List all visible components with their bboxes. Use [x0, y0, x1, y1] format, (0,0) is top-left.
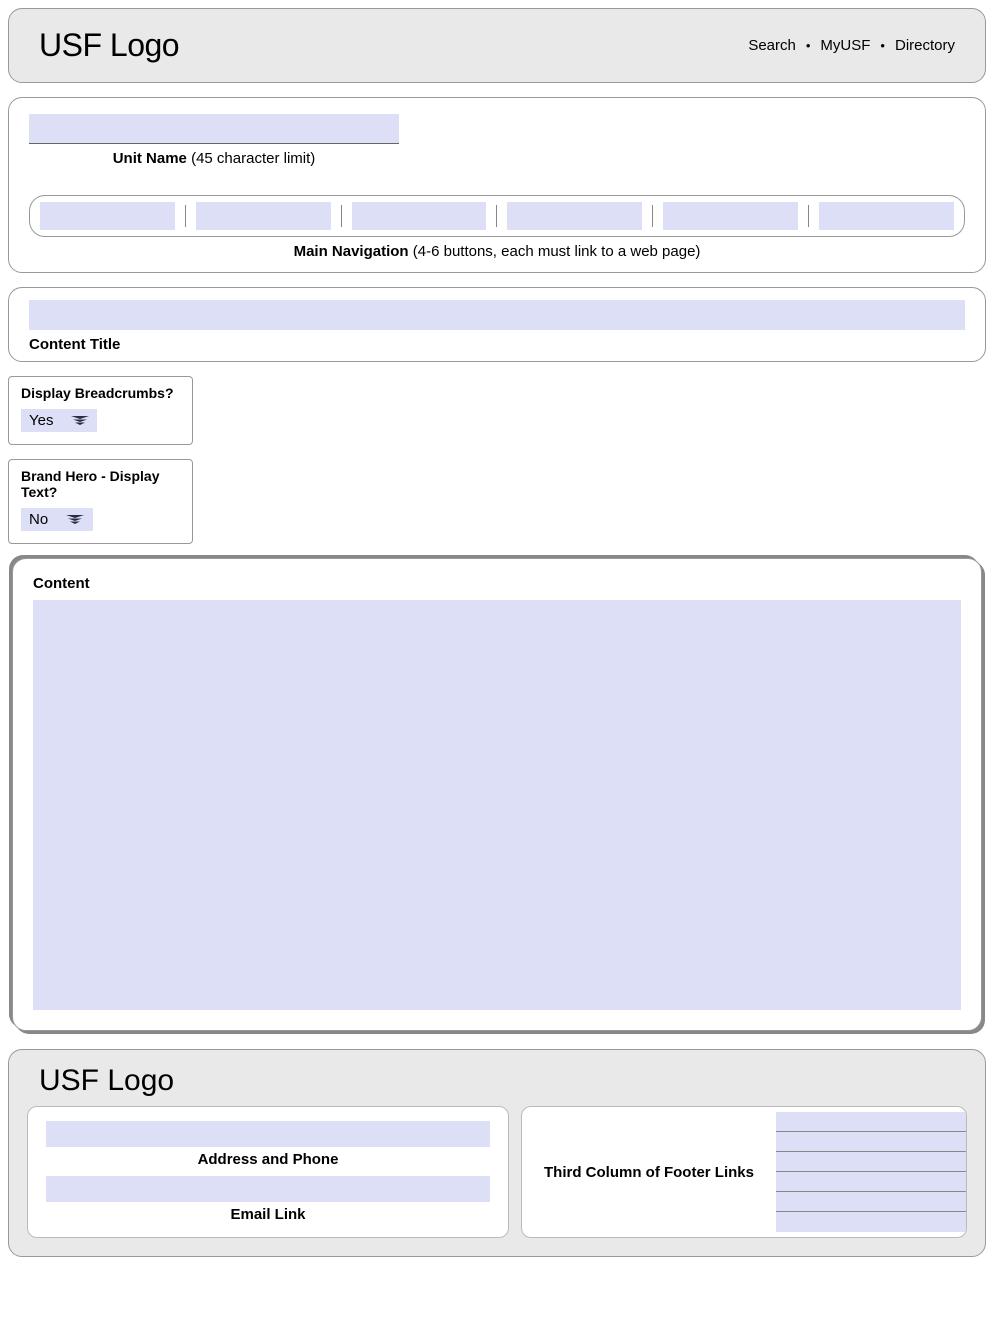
chevron-down-icon: [71, 416, 89, 426]
brand-hero-panel: Brand Hero - Display Text? No: [8, 459, 193, 544]
nav-button-4[interactable]: [507, 202, 642, 230]
separator-dot: •: [880, 38, 885, 53]
footer-link-input[interactable]: [776, 1132, 966, 1152]
top-link-directory[interactable]: Directory: [895, 37, 955, 54]
nav-separator: [808, 205, 809, 227]
top-link-myusf[interactable]: MyUSF: [820, 37, 870, 54]
breadcrumbs-label: Display Breadcrumbs?: [21, 385, 180, 401]
footer-link-input[interactable]: [776, 1112, 966, 1132]
main-nav-label-rest: (4-6 buttons, each must link to a web pa…: [409, 243, 701, 260]
separator-dot: •: [806, 38, 811, 53]
email-link-label: Email Link: [230, 1206, 305, 1223]
address-phone-input[interactable]: [46, 1121, 490, 1147]
nav-button-6[interactable]: [819, 202, 954, 230]
address-phone-label: Address and Phone: [198, 1151, 339, 1168]
content-panel: Content: [12, 558, 982, 1031]
breadcrumbs-panel: Display Breadcrumbs? Yes: [8, 376, 193, 445]
main-nav-label-bold: Main Navigation: [294, 243, 409, 260]
top-links: Search • MyUSF • Directory: [748, 37, 955, 54]
main-nav-container: [29, 195, 965, 237]
unit-nav-panel: Unit Name (45 character limit) Main Navi…: [8, 97, 986, 273]
main-nav-label: Main Navigation (4-6 buttons, each must …: [29, 243, 965, 260]
content-title-panel: Content Title: [8, 287, 986, 362]
brand-hero-dropdown[interactable]: No: [21, 508, 93, 531]
chevron-down-icon: [66, 515, 84, 525]
footer-col-address: Address and Phone Email Link: [27, 1106, 509, 1238]
nav-button-5[interactable]: [663, 202, 798, 230]
nav-separator: [652, 205, 653, 227]
unit-name-label: Unit Name (45 character limit): [29, 150, 399, 167]
footer-link-input[interactable]: [776, 1212, 966, 1232]
nav-button-2[interactable]: [196, 202, 331, 230]
footer-link-input[interactable]: [776, 1152, 966, 1172]
usf-logo: USF Logo: [39, 27, 179, 64]
nav-separator: [341, 205, 342, 227]
brand-hero-label: Brand Hero - Display Text?: [21, 468, 180, 500]
nav-separator: [496, 205, 497, 227]
content-title-input[interactable]: [29, 300, 965, 330]
top-link-search[interactable]: Search: [748, 37, 796, 54]
footer-link-input[interactable]: [776, 1192, 966, 1212]
header-panel: USF Logo Search • MyUSF • Directory: [8, 8, 986, 83]
footer-logo: USF Logo: [39, 1064, 967, 1098]
footer-col-links: Third Column of Footer Links: [521, 1106, 967, 1238]
content-title-label: Content Title: [29, 336, 965, 353]
breadcrumbs-value: Yes: [29, 412, 53, 429]
nav-separator: [185, 205, 186, 227]
unit-name-label-rest: (45 character limit): [187, 150, 315, 167]
email-link-input[interactable]: [46, 1176, 490, 1202]
brand-hero-value: No: [29, 511, 48, 528]
nav-button-3[interactable]: [352, 202, 487, 230]
unit-name-input[interactable]: [29, 114, 399, 144]
footer-links-stack: [776, 1112, 966, 1232]
footer-link-input[interactable]: [776, 1172, 966, 1192]
unit-name-label-bold: Unit Name: [113, 150, 187, 167]
content-label: Content: [33, 575, 961, 592]
footer-panel: USF Logo Address and Phone Email Link Th…: [8, 1049, 986, 1257]
content-area[interactable]: [33, 600, 961, 1010]
footer-links-label: Third Column of Footer Links: [522, 1164, 776, 1181]
breadcrumbs-dropdown[interactable]: Yes: [21, 409, 97, 432]
nav-button-1[interactable]: [40, 202, 175, 230]
